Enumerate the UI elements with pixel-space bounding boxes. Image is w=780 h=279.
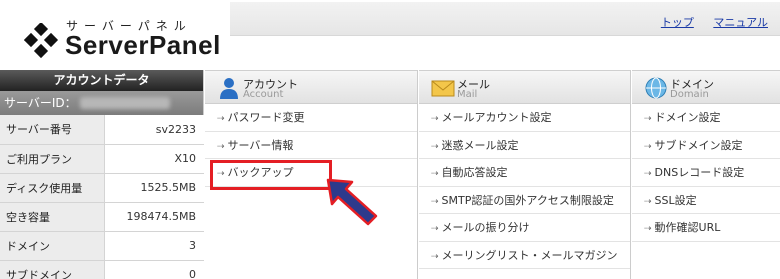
menu-item-label: サーバー情報 bbox=[227, 138, 294, 152]
menu-item-label: SMTP認証の国外アクセス制限設定 bbox=[441, 193, 614, 207]
top-links: トップ マニュアル bbox=[645, 14, 768, 30]
arrow-icon: ⇢ bbox=[644, 196, 652, 207]
domain-menu: ⇢ ドメイン設定 ⇢ サブドメイン設定 ⇢ DNSレコード設定 ⇢ SSL設定 ⇢ 動作確… bbox=[632, 104, 780, 242]
arrow-icon: ⇢ bbox=[431, 196, 439, 207]
arrow-icon: ⇢ bbox=[217, 114, 225, 124]
menu-item-label: ドメイン設定 bbox=[654, 111, 721, 124]
menu-item-label: 自動応答設定 bbox=[441, 166, 508, 179]
arrow-icon: ⇢ bbox=[644, 141, 652, 152]
globe-icon bbox=[645, 77, 667, 99]
diamonds-logo-icon bbox=[24, 23, 59, 59]
account-data-panel: アカウントデータ サーバーID： サーバー番号 sv2233 ご利用プラン X10 … bbox=[0, 70, 204, 279]
pointer-arrow-icon bbox=[326, 178, 378, 226]
server-id-row: サーバーID： bbox=[0, 91, 203, 115]
serverpanel-logo[interactable]: サーバーパネル ServerPanel bbox=[24, 16, 220, 62]
menu-item-label: サブドメイン設定 bbox=[654, 138, 743, 152]
menu-item-label: 動作確認URL bbox=[654, 221, 721, 234]
domain-column-header: ドメイン Domain bbox=[632, 70, 780, 104]
menu-item-label: メールの振り分け bbox=[441, 221, 530, 234]
table-row: サーバー番号 sv2233 bbox=[0, 115, 204, 145]
arrow-icon: ⇢ bbox=[431, 114, 439, 124]
row-label: サブドメイン bbox=[0, 260, 105, 279]
arrow-icon: ⇢ bbox=[644, 224, 652, 234]
row-label: ディスク使用量 bbox=[0, 173, 105, 203]
mail-icon bbox=[431, 80, 455, 97]
account-column-header: アカウント Account bbox=[205, 70, 417, 104]
menu-item-label: メールアカウント設定 bbox=[441, 111, 552, 124]
arrow-icon: ⇢ bbox=[431, 169, 439, 179]
arrow-icon: ⇢ bbox=[644, 169, 652, 179]
arrow-icon: ⇢ bbox=[431, 224, 439, 234]
menu-item-password-change[interactable]: ⇢ パスワード変更 bbox=[205, 104, 417, 132]
row-label: ご利用プラン bbox=[0, 144, 105, 174]
server-id-redacted bbox=[80, 97, 170, 109]
menu-item-label: メーリングリスト・メールマガジン bbox=[441, 248, 618, 262]
table-row: サブドメイン 0 bbox=[0, 260, 204, 279]
mail-menu-column: メール Mail ⇢ メールアカウント設定 ⇢ 迷惑メール設定 ⇢ 自動応答設定 ⇢ S… bbox=[419, 70, 631, 279]
row-label: ドメイン bbox=[0, 231, 105, 261]
menu-item-test-url[interactable]: ⇢ 動作確認URL bbox=[632, 214, 780, 242]
row-value: X10 bbox=[104, 144, 204, 174]
arrow-icon: ⇢ bbox=[217, 141, 225, 152]
menu-item-label: SSL設定 bbox=[654, 193, 697, 207]
manual-link[interactable]: マニュアル bbox=[713, 16, 768, 29]
column-subtitle: Account bbox=[243, 89, 284, 100]
column-subtitle: Domain bbox=[670, 89, 709, 100]
menu-item-smtp-restriction[interactable]: ⇢ SMTP認証の国外アクセス制限設定 bbox=[419, 187, 630, 214]
row-value: sv2233 bbox=[104, 115, 204, 145]
table-row: ご利用プラン X10 bbox=[0, 144, 204, 174]
row-value: 198474.5MB bbox=[104, 202, 204, 232]
menu-item-mail-filter[interactable]: ⇢ メールの振り分け bbox=[419, 214, 630, 242]
user-icon bbox=[220, 78, 238, 99]
menu-item-mailing-list[interactable]: ⇢ メーリングリスト・メールマガジン bbox=[419, 242, 630, 269]
arrow-icon: ⇢ bbox=[431, 251, 439, 262]
row-value: 0 bbox=[104, 260, 204, 279]
column-subtitle: Mail bbox=[457, 89, 478, 100]
backup-highlight-box bbox=[210, 160, 332, 190]
row-label: サーバー番号 bbox=[0, 115, 105, 145]
menu-item-label: パスワード変更 bbox=[227, 111, 305, 124]
menu-item-dns-record[interactable]: ⇢ DNSレコード設定 bbox=[632, 159, 780, 187]
menu-item-label: 迷惑メール設定 bbox=[441, 138, 519, 152]
mail-menu: ⇢ メールアカウント設定 ⇢ 迷惑メール設定 ⇢ 自動応答設定 ⇢ SMTP認証の国外ア… bbox=[419, 104, 630, 269]
top-bar: トップ マニュアル bbox=[230, 2, 780, 36]
row-value: 1525.5MB bbox=[104, 173, 204, 203]
menu-item-ssl-settings[interactable]: ⇢ SSL設定 bbox=[632, 187, 780, 214]
account-info-table: サーバー番号 sv2233 ご利用プラン X10 ディスク使用量 1525.5MB 空… bbox=[0, 115, 204, 279]
menu-item-domain-settings[interactable]: ⇢ ドメイン設定 bbox=[632, 104, 780, 132]
row-value: 3 bbox=[104, 231, 204, 261]
table-row: ディスク使用量 1525.5MB bbox=[0, 173, 204, 203]
logo-name: ServerPanel bbox=[65, 30, 221, 60]
menu-item-spam[interactable]: ⇢ 迷惑メール設定 bbox=[419, 132, 630, 159]
menu-item-server-info[interactable]: ⇢ サーバー情報 bbox=[205, 132, 417, 159]
top-link[interactable]: トップ bbox=[661, 16, 694, 29]
menu-item-subdomain-settings[interactable]: ⇢ サブドメイン設定 bbox=[632, 132, 780, 159]
table-row: 空き容量 198474.5MB bbox=[0, 202, 204, 232]
menu-item-label: DNSレコード設定 bbox=[654, 166, 745, 179]
table-row: ドメイン 3 bbox=[0, 231, 204, 261]
arrow-icon: ⇢ bbox=[644, 114, 652, 124]
server-id-label: サーバーID： bbox=[4, 96, 77, 110]
row-label: 空き容量 bbox=[0, 202, 105, 232]
domain-menu-column: ドメイン Domain ⇢ ドメイン設定 ⇢ サブドメイン設定 ⇢ DNSレコード設定… bbox=[632, 70, 780, 279]
mail-column-header: メール Mail bbox=[419, 70, 630, 104]
menu-item-auto-reply[interactable]: ⇢ 自動応答設定 bbox=[419, 159, 630, 187]
arrow-icon: ⇢ bbox=[431, 141, 439, 152]
account-data-title: アカウントデータ bbox=[0, 70, 203, 91]
header: サーバーパネル ServerPanel トップ マニュアル bbox=[0, 0, 780, 70]
menu-item-mail-account[interactable]: ⇢ メールアカウント設定 bbox=[419, 104, 630, 132]
